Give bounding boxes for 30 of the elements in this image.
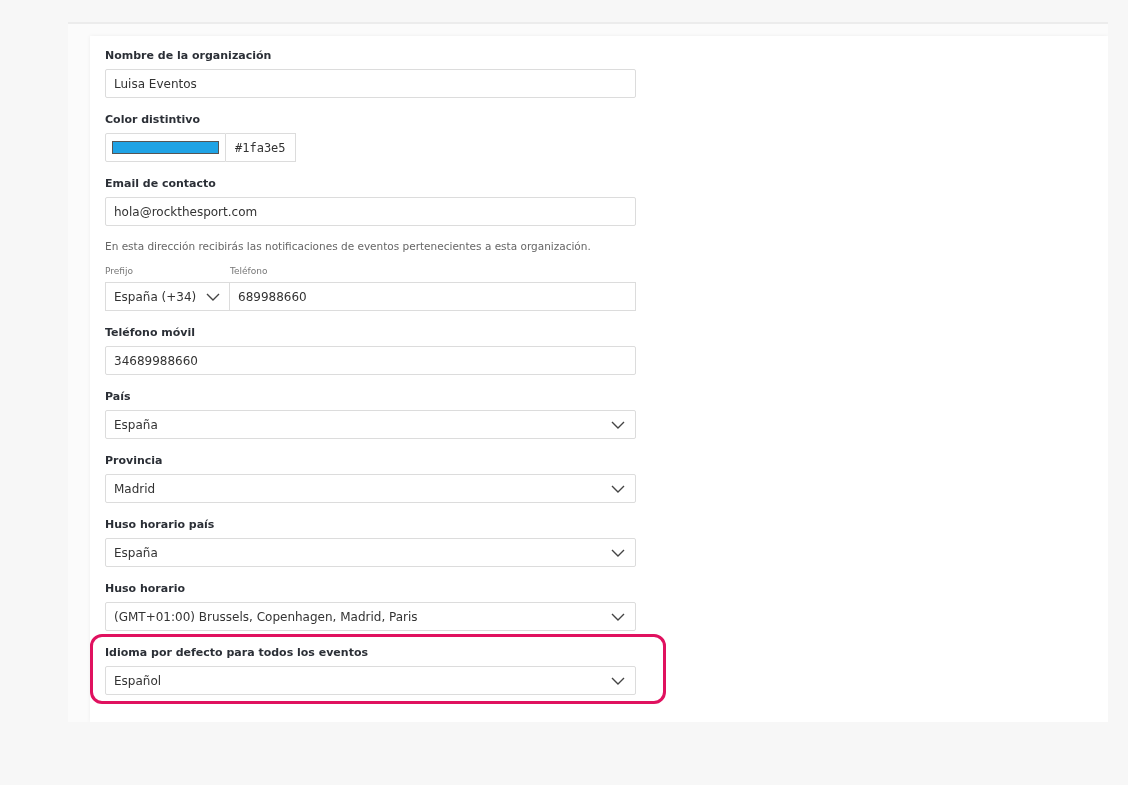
- select-dropdown[interactable]: España: [105, 410, 636, 439]
- field-label: Teléfono: [230, 266, 268, 278]
- chevron-down-icon: [611, 420, 625, 429]
- select-dropdown[interactable]: Madrid: [105, 474, 636, 503]
- field-label: Huso horario: [105, 581, 186, 597]
- color-hex-field[interactable]: #1fa3e5: [226, 133, 296, 162]
- text-field[interactable]: 34689988660: [105, 346, 636, 375]
- text-field[interactable]: Luisa Eventos: [105, 69, 636, 98]
- chevron-down-icon: [611, 484, 625, 493]
- field-label: Teléfono móvil: [105, 325, 197, 341]
- prefix-dropdown[interactable]: España (+34): [105, 282, 230, 311]
- help-text: En esta dirección recibirás las notificaciones de eventos pertenecientes a esta organización.: [105, 240, 592, 252]
- chevron-down-icon: [611, 676, 625, 685]
- chevron-down-icon: [611, 612, 625, 621]
- chevron-down-icon: [611, 548, 625, 557]
- phone-field[interactable]: 689988660: [230, 282, 636, 311]
- color-picker[interactable]: [105, 133, 226, 162]
- chevron-down-icon: [206, 292, 220, 301]
- field-label: Huso horario país: [105, 517, 216, 533]
- field-label: Email de contacto: [105, 176, 217, 192]
- field-label: Color distintivo: [105, 112, 202, 128]
- select-dropdown[interactable]: Español: [105, 666, 636, 695]
- field-label: Provincia: [105, 453, 164, 469]
- field-label: Idioma por defecto para todos los eventos: [105, 645, 370, 661]
- select-dropdown[interactable]: España: [105, 538, 636, 567]
- field-label: Prefijo: [105, 266, 134, 278]
- select-dropdown[interactable]: (GMT+01:00) Brussels, Copenhagen, Madrid, Paris: [105, 602, 636, 631]
- text-field[interactable]: hola@rockthesport.com: [105, 197, 636, 226]
- field-label: Nombre de la organización: [105, 48, 273, 64]
- field-label: País: [105, 389, 132, 405]
